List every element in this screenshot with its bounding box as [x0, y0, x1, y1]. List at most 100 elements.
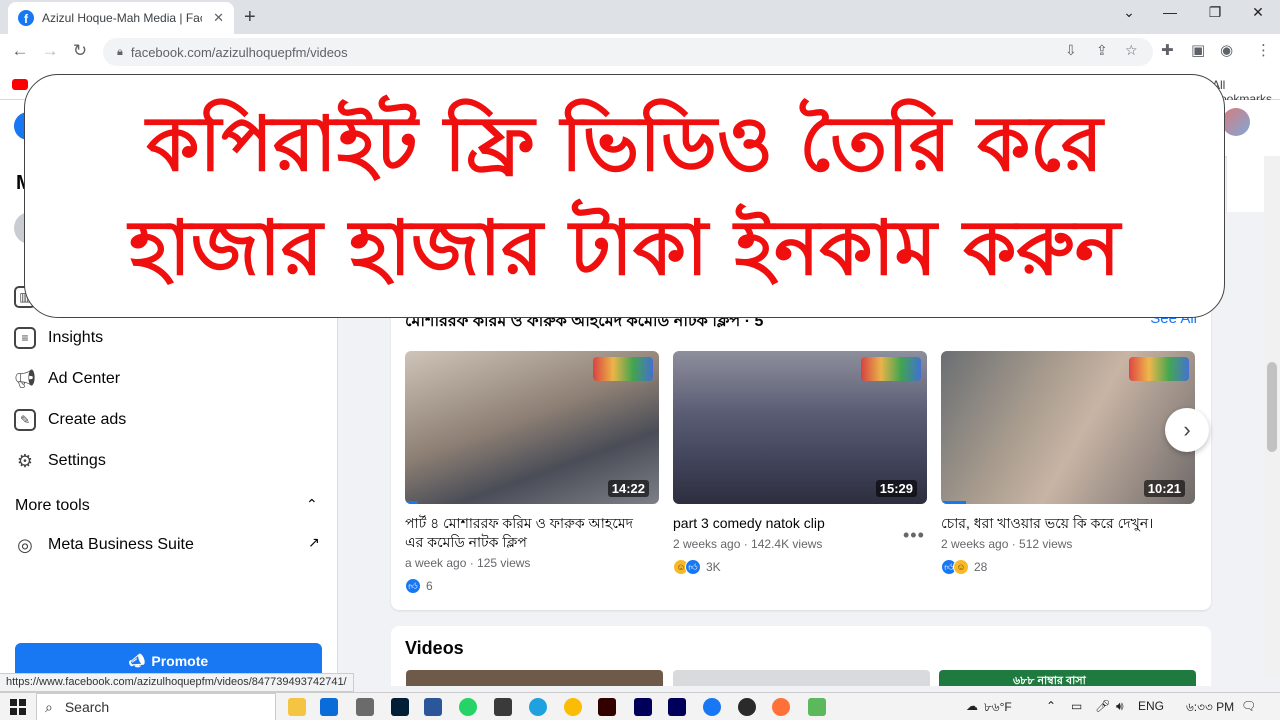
- microphone-icon[interactable]: 🎤︎: [1095, 699, 1110, 713]
- youtube-bookmark-icon[interactable]: [12, 79, 28, 90]
- sidebar-item-label: Ad Center: [48, 370, 121, 387]
- external-link-icon: ↗: [308, 534, 320, 550]
- video-title[interactable]: পার্ট ৪ মোশাররফ করিম ও ফারুক আহমেদ এর কম…: [405, 514, 645, 552]
- video-card[interactable]: 10:21 চোর, ধরা খাওয়ার ভয়ে কি করে দেখুন…: [941, 351, 1195, 575]
- video-reactions[interactable]: ☺ 👍︎ 3K: [673, 559, 927, 575]
- forward-icon[interactable]: →: [39, 41, 61, 61]
- video-reactions[interactable]: 👍︎ ☺ 28: [941, 559, 1195, 575]
- sidebar-item-meta-business-suite[interactable]: ◎ Meta Business Suite: [14, 530, 194, 560]
- network-icon[interactable]: ▭: [1071, 699, 1082, 713]
- lock-icon: 🔒︎: [117, 45, 123, 58]
- status-url: https://www.facebook.com/azizulhoquepfm/…: [0, 673, 354, 692]
- after-effects-icon[interactable]: [668, 698, 686, 716]
- video-duration: 10:21: [1143, 480, 1185, 497]
- reaction-count: 28: [974, 560, 988, 574]
- video-thumbnail[interactable]: 10:21: [941, 351, 1195, 504]
- sidebar-item-create-ads[interactable]: ✎ Create ads: [14, 405, 126, 435]
- bookmark-star-icon[interactable]: ☆: [1125, 42, 1138, 59]
- meta-business-suite-icon: ◎: [17, 534, 33, 555]
- video-reactions[interactable]: 👍︎ 6: [405, 578, 659, 594]
- maximize-icon[interactable]: ❐: [1200, 4, 1230, 21]
- facebook-app-icon[interactable]: [703, 698, 721, 716]
- right-panel: [1226, 156, 1264, 212]
- notifications-icon[interactable]: 🗨︎: [1241, 699, 1256, 713]
- more-tools-heading[interactable]: More tools: [15, 497, 90, 515]
- mail-icon[interactable]: [320, 698, 338, 716]
- volume-icon[interactable]: 🔊︎: [1116, 699, 1124, 714]
- mah-media-logo-icon: [1129, 357, 1189, 381]
- video-thumbnail[interactable]: [406, 670, 663, 686]
- reaction-count: 6: [426, 579, 433, 593]
- video-card[interactable]: 15:29 part 3 comedy natok clip 2 weeks a…: [673, 351, 927, 575]
- chrome-icon[interactable]: [564, 698, 582, 716]
- edge-icon[interactable]: [529, 698, 547, 716]
- premiere-icon[interactable]: [634, 698, 652, 716]
- more-options-icon[interactable]: •••: [903, 525, 925, 546]
- word-icon[interactable]: [424, 698, 442, 716]
- megaphone-icon: 📣︎: [128, 653, 146, 668]
- menu-icon[interactable]: ⋮: [1256, 41, 1271, 59]
- install-icon[interactable]: ⇩: [1065, 42, 1077, 59]
- watch-progress-bar: [405, 501, 418, 504]
- thumbnail-caption: ৬৮৮ নাম্বার বাসা: [1013, 675, 1086, 686]
- whatsapp-icon[interactable]: [459, 698, 477, 716]
- video-title[interactable]: part 3 comedy natok clip: [673, 514, 913, 533]
- side-panel-icon[interactable]: ▣: [1191, 41, 1205, 59]
- video-thumbnail[interactable]: [673, 670, 930, 686]
- store-icon[interactable]: [356, 698, 374, 716]
- extensions-icon[interactable]: ✚: [1161, 41, 1174, 59]
- page-scrollbar[interactable]: [1264, 156, 1280, 676]
- windows-start-icon[interactable]: [10, 699, 26, 715]
- chevron-up-icon[interactable]: ⌃: [306, 496, 318, 513]
- tab-title: Azizul Hoque-Mah Media | Faceb: [42, 11, 202, 25]
- video-card[interactable]: 14:22 পার্ট ৪ মোশাররফ করিম ও ফারুক আহমেদ…: [405, 351, 659, 594]
- like-reaction-icon: 👍︎: [685, 559, 701, 575]
- file-explorer-icon[interactable]: [288, 698, 306, 716]
- tab-close-icon[interactable]: ✕: [213, 10, 224, 26]
- reload-icon[interactable]: ↻: [69, 41, 91, 61]
- clock[interactable]: ৬:৩৩ PM: [1186, 699, 1234, 719]
- account-avatar[interactable]: [1222, 108, 1250, 136]
- video-duration: 15:29: [875, 480, 917, 497]
- app-icon[interactable]: [808, 698, 826, 716]
- haha-reaction-icon: ☺: [953, 559, 969, 575]
- photoshop-icon[interactable]: [391, 698, 409, 716]
- sidebar-item-label: Insights: [48, 329, 104, 346]
- language-indicator[interactable]: ENG: [1138, 699, 1164, 713]
- sidebar-item-ad-center[interactable]: 📢︎ Ad Center: [14, 364, 120, 394]
- close-window-icon[interactable]: ✕: [1243, 4, 1273, 21]
- browser-tab[interactable]: f Azizul Hoque-Mah Media | Faceb ✕: [8, 2, 234, 34]
- video-duration: 14:22: [607, 480, 649, 497]
- address-bar[interactable]: 🔒︎ facebook.com/azizulhoquepfm/videos ⇩ …: [103, 38, 1153, 66]
- illustrator-icon[interactable]: [598, 698, 616, 716]
- back-icon[interactable]: ←: [9, 41, 31, 61]
- next-arrow-icon[interactable]: ›: [1165, 408, 1209, 452]
- minimize-icon[interactable]: —: [1155, 4, 1185, 20]
- browser-toolbar: ← → ↻ 🔒︎ facebook.com/azizulhoquepfm/vid…: [0, 34, 1280, 70]
- megaphone-icon: 📢︎: [13, 368, 37, 389]
- sidebar-item-label: Meta Business Suite: [48, 536, 194, 553]
- video-thumbnail[interactable]: ৬৮৮ নাম্বার বাসা: [939, 670, 1196, 686]
- mah-media-logo-icon: [593, 357, 653, 381]
- sidebar-item-insights[interactable]: ≡ Insights: [14, 323, 103, 353]
- tray-expand-icon[interactable]: ⌃: [1046, 699, 1056, 713]
- app-icon[interactable]: [494, 698, 512, 716]
- tab-search-icon[interactable]: ⌄: [1114, 4, 1144, 21]
- video-thumbnail[interactable]: 14:22: [405, 351, 659, 504]
- new-tab-icon[interactable]: +: [244, 6, 256, 29]
- taskbar-search[interactable]: ⌕ Search: [36, 693, 276, 720]
- search-icon: ⌕: [45, 698, 53, 715]
- profile-icon[interactable]: ◉: [1220, 41, 1233, 59]
- firefox-icon[interactable]: [772, 698, 790, 716]
- sidebar-item-settings[interactable]: ⚙ Settings: [14, 446, 106, 476]
- scrollbar-thumb[interactable]: [1267, 362, 1277, 452]
- obs-icon[interactable]: [738, 698, 756, 716]
- video-meta: 2 weeks ago · 142.4K views: [673, 537, 823, 551]
- share-icon[interactable]: ⇪: [1096, 42, 1108, 59]
- temperature[interactable]: ৮৬°F: [984, 699, 1012, 719]
- video-title[interactable]: চোর, ধরা খাওয়ার ভয়ে কি করে দেখুন।: [941, 514, 1181, 533]
- windows-taskbar: ⌕ Search ☁ ৮৬°F ⌃ ▭ 🎤︎ 🔊︎ ENG ৬:৩৩ PM 🗨︎: [0, 692, 1280, 720]
- video-thumbnail[interactable]: 15:29: [673, 351, 927, 504]
- video-meta: a week ago · 125 views: [405, 556, 531, 570]
- weather-icon[interactable]: ☁: [966, 699, 978, 713]
